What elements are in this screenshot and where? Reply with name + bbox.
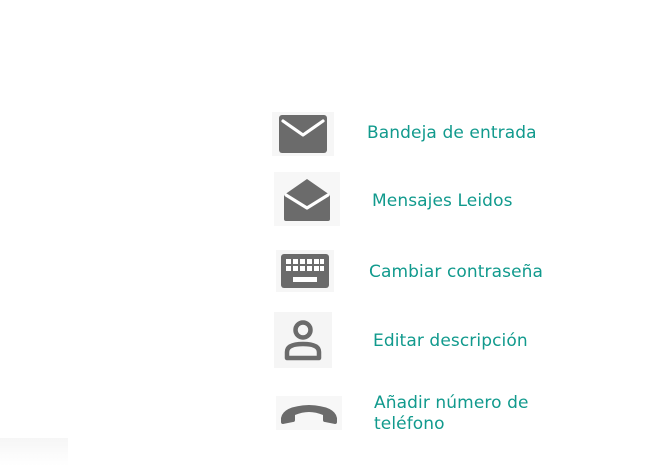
keyboard-icon — [276, 250, 334, 292]
menu-item-label: Bandeja de entrada — [367, 123, 537, 143]
corner-shade — [0, 438, 68, 466]
mail-open-icon — [274, 172, 340, 226]
menu-item-label: Editar descripción — [373, 331, 528, 351]
menu-item-label: Añadir número de teléfono — [374, 393, 529, 434]
menu-item-label: Cambiar contraseña — [369, 262, 544, 282]
menu-item-label: Mensajes Leidos — [372, 191, 513, 211]
mail-closed-icon — [272, 112, 334, 156]
person-icon — [274, 312, 332, 368]
phone-icon — [276, 396, 342, 430]
